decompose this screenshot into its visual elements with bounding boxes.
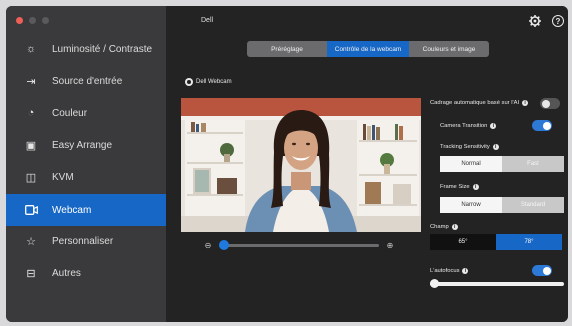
webcam-preview	[181, 98, 421, 232]
focus-slider-thumb[interactable]	[430, 279, 439, 288]
camera-lens-icon	[185, 78, 193, 86]
zoom-control: ⊖ ⊕	[203, 240, 395, 250]
frame-size-option-narrow[interactable]: Narrow	[440, 197, 502, 213]
sidebar-item-label: Autres	[52, 267, 81, 279]
sidebar-item-autres[interactable]: ⊟ Autres	[6, 257, 166, 289]
webcam-device-label: Dell Webcam	[185, 78, 232, 86]
help-icon[interactable]: ?	[552, 15, 564, 27]
easy-arrange-icon: ▣	[25, 139, 37, 152]
maximize-window-button[interactable]	[42, 17, 49, 24]
tab-preset[interactable]: Préréglage	[247, 41, 327, 57]
info-icon[interactable]: i	[451, 224, 458, 230]
close-window-button[interactable]	[16, 17, 23, 24]
info-icon[interactable]: i	[462, 268, 469, 274]
others-icon: ⊟	[26, 267, 36, 280]
tracking-option-fast[interactable]: Fast	[502, 156, 564, 172]
sidebar-item-easy-arrange[interactable]: ▣ Easy Arrange	[6, 129, 166, 161]
auto-framing-label: Cadrage automatique basé sur l'AI i	[430, 100, 529, 106]
sidebar-item-luminosite[interactable]: ☼ Luminosité / Contraste	[6, 33, 166, 65]
sidebar-item-couleur[interactable]: ◔ Couleur	[6, 97, 166, 129]
sidebar-item-personnaliser[interactable]: ☆ Personnaliser	[6, 225, 166, 257]
tracking-sensitivity-label: Tracking Sensitivity i	[440, 144, 499, 150]
sidebar-item-label: Luminosité / Contraste	[52, 43, 153, 55]
sidebar-item-label: Source d'entrée	[52, 75, 123, 87]
frame-size-option-standard[interactable]: Standard	[502, 197, 564, 213]
gear-icon[interactable]	[529, 15, 541, 27]
tab-bar: Préréglage Contrôle de la webcam Couleur…	[247, 41, 489, 57]
fov-selector: 65° 78°	[430, 234, 562, 250]
sidebar-item-label: Webcam	[52, 204, 92, 216]
frame-size-selector: Narrow Standard	[440, 197, 564, 213]
app-window: ☼ Luminosité / Contraste ⇥ Source d'entr…	[6, 6, 568, 322]
camera-transition-toggle[interactable]	[532, 120, 552, 131]
auto-framing-toggle[interactable]	[540, 98, 560, 109]
sidebar: ☼ Luminosité / Contraste ⇥ Source d'entr…	[6, 6, 166, 322]
zoom-slider-thumb[interactable]	[218, 240, 229, 250]
webcam-icon	[24, 203, 38, 217]
zoom-out-icon[interactable]: ⊖	[203, 241, 213, 250]
focus-slider[interactable]	[430, 279, 564, 288]
app-title: Dell	[201, 17, 214, 24]
sidebar-item-label: Couleur	[52, 107, 88, 119]
zoom-slider[interactable]	[218, 240, 379, 250]
input-source-icon: ⇥	[26, 75, 36, 88]
palette-icon: ◔	[27, 107, 35, 119]
star-icon: ☆	[26, 235, 36, 248]
kvm-icon: ◫	[25, 171, 37, 184]
tab-webcam-control[interactable]: Contrôle de la webcam	[327, 41, 409, 57]
camera-transition-label: Camera Transition i	[440, 123, 497, 129]
sidebar-item-kvm[interactable]: ◫ KVM	[6, 161, 166, 193]
frame-size-label: Frame Size i	[440, 184, 479, 190]
main-panel: Dell ? Préréglage Contrôle de la webcam …	[166, 6, 568, 322]
sidebar-item-label: KVM	[52, 171, 74, 183]
sidebar-item-source[interactable]: ⇥ Source d'entrée	[6, 65, 166, 97]
tab-colors-image[interactable]: Couleurs et image	[409, 41, 489, 57]
info-icon[interactable]: i	[472, 184, 479, 190]
sidebar-item-webcam[interactable]: Webcam	[6, 194, 166, 226]
window-controls	[16, 17, 49, 24]
fov-label: Champ i	[430, 224, 458, 230]
minimize-window-button[interactable]	[29, 17, 36, 24]
autofocus-label: L'autofocus i	[430, 268, 469, 274]
info-icon[interactable]: i	[522, 100, 529, 106]
fov-option-65[interactable]: 65°	[430, 234, 496, 250]
sidebar-item-label: Easy Arrange	[52, 139, 113, 151]
zoom-in-icon[interactable]: ⊕	[385, 241, 395, 250]
sidebar-item-label: Personnaliser	[52, 235, 114, 247]
info-icon[interactable]: i	[490, 123, 497, 129]
info-icon[interactable]: i	[492, 144, 499, 150]
tracking-sensitivity-selector: Normal Fast	[440, 156, 564, 172]
brightness-icon: ☼	[25, 43, 37, 55]
autofocus-toggle[interactable]	[532, 265, 552, 276]
tracking-option-normal[interactable]: Normal	[440, 156, 502, 172]
fov-option-78[interactable]: 78°	[496, 234, 562, 250]
